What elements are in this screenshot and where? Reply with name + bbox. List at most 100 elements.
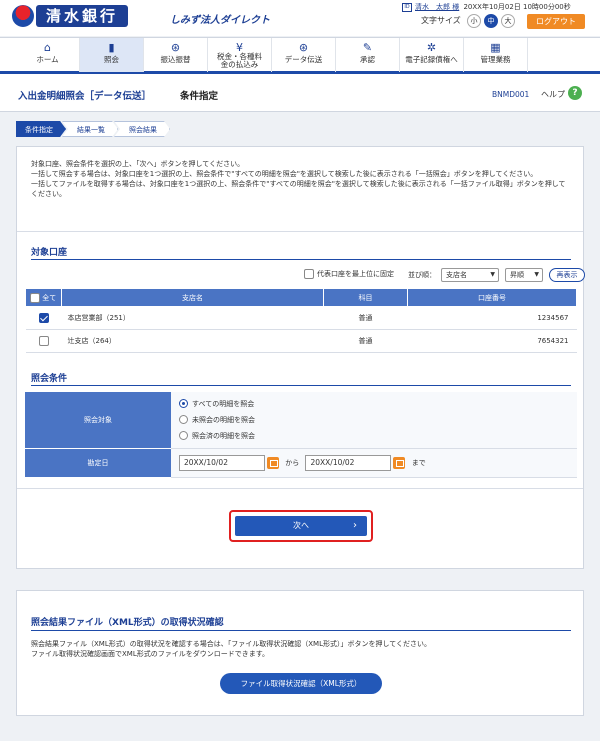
xml-description-line: ファイル取得状況確認画面でXML形式のファイルをダウンロードできます。: [31, 650, 270, 658]
radio-button[interactable]: [179, 415, 188, 425]
nav-item-data-transmission[interactable]: ⊛ データ伝送: [272, 38, 336, 72]
chevron-right-icon: ›: [353, 520, 357, 531]
radio-button[interactable]: [179, 399, 188, 409]
select-all-label: 全て: [42, 293, 57, 302]
calendar-icon[interactable]: [393, 456, 406, 469]
nav-item-approval[interactable]: ✎ 承認: [336, 38, 400, 72]
date-to-sep: まで: [411, 458, 426, 467]
nav-item-label: 振込振替: [160, 55, 191, 64]
rep-first-option[interactable]: 代表口座を最上位に固定: [304, 269, 394, 279]
account-number-cell: 1234567: [407, 306, 577, 330]
user-name[interactable]: 清水 太郎 様: [415, 3, 459, 11]
section-underline: [31, 630, 571, 631]
conditions-table: 照会対象 すべての明細を照会 未照会の明細を照会 照会済の明細を照会 勘定日 2…: [25, 392, 577, 478]
nav-item-admin[interactable]: ▦ 管理業務: [464, 38, 528, 72]
nav-item-electronic-claims[interactable]: ✲ 電子記録債権へ: [400, 38, 464, 72]
step-breadcrumb: 条件指定 結果一覧 照会結果: [16, 121, 166, 137]
next-button[interactable]: 次へ ›: [235, 516, 367, 536]
bank-service-name: しみず法人ダイレクト: [170, 15, 270, 26]
redisplay-button[interactable]: 再表示: [549, 268, 585, 282]
subject-cell: 普通: [323, 329, 408, 353]
rep-first-checkbox[interactable]: [304, 269, 314, 279]
subject-cell: 普通: [323, 306, 408, 330]
nav-item-tax-payment[interactable]: ¥ 税金・各種料金の払込み: [208, 38, 272, 72]
date-label: 勘定日: [25, 448, 171, 478]
nav-item-home[interactable]: ⌂ ホーム: [16, 38, 80, 72]
font-size-label: 文字サイズ: [421, 16, 461, 25]
table-row[interactable]: 辻支店（264） 普通 7654321: [25, 329, 577, 353]
divider: [17, 488, 583, 489]
user-info: ID 清水 太郎 様 20XX年10月02日 10時00分00秒: [402, 2, 571, 12]
radio-option-unread[interactable]: 未照会の明細を照会: [179, 412, 577, 428]
font-size-small-button[interactable]: 小: [467, 14, 481, 28]
row-checkbox[interactable]: [38, 336, 49, 346]
user-icon: ID: [402, 2, 412, 12]
subject-header: 科目: [323, 288, 408, 307]
document-icon: ▮: [108, 41, 115, 54]
intro-line: 一括して照会する場合は、対象口座を1つ選択の上、照会条件で"すべての明細を照会"…: [31, 170, 538, 178]
nav-item-label: 管理業務: [480, 55, 511, 64]
help-link[interactable]: ヘルプ: [541, 89, 565, 100]
conditions-section-title: 照会条件: [31, 374, 68, 384]
font-size-large-button[interactable]: 大: [501, 14, 515, 28]
target-row: 照会対象 すべての明細を照会 未照会の明細を照会 照会済の明細を照会: [25, 392, 577, 449]
table-row[interactable]: 本店営業部（251） 普通 1234567: [25, 306, 577, 330]
intro-line: 対象口座、照会条件を選択の上、「次へ」ボタンを押してください。: [31, 160, 245, 168]
approval-icon: ✎: [362, 41, 373, 54]
next-button-label: 次へ: [293, 521, 309, 530]
target-label: 照会対象: [25, 392, 171, 449]
xml-description: 照会結果ファイル（XML形式）の取得状況を確認する場合は、「ファイル取得状況確認…: [31, 639, 571, 659]
select-all-checkbox[interactable]: [30, 292, 40, 303]
direction-select[interactable]: 昇順 ▼: [505, 268, 543, 282]
nav-item-inquiry[interactable]: ▮ 照会: [80, 38, 144, 72]
row-select-cell[interactable]: [25, 329, 62, 353]
radio-option-all[interactable]: すべての明細を照会: [179, 396, 577, 412]
xml-description-line: 照会結果ファイル（XML形式）の取得状況を確認する場合は、「ファイル取得状況確認…: [31, 640, 432, 648]
section-underline: [31, 259, 571, 260]
nav-item-label: 電子記録債権へ: [405, 55, 458, 64]
step-inquiry-result: 照会結果: [114, 121, 170, 137]
radio-label: すべての明細を照会: [192, 399, 255, 408]
accounts-table: 全て 支店名 科目 口座番号 本店営業部（251） 普通 1234567 辻支店…: [25, 288, 577, 353]
link-icon: ✲: [426, 41, 437, 54]
xml-status-panel: 照会結果ファイル（XML形式）の取得状況確認 照会結果ファイル（XML形式）の取…: [16, 590, 584, 716]
account-number-cell: 7654321: [407, 329, 577, 353]
order-select[interactable]: 支店名 ▼: [441, 268, 499, 282]
nav-item-label: データ伝送: [284, 55, 323, 64]
admin-icon: ▦: [490, 41, 501, 54]
global-nav: ⌂ ホーム ▮ 照会 ⊛ 振込振替 ¥ 税金・各種料金の払込み ⊛ データ伝送 …: [0, 37, 600, 74]
radio-label: 照会済の明細を照会: [192, 431, 255, 440]
login-time: 20XX年10月02日 10時00分00秒: [463, 3, 571, 11]
select-all-header[interactable]: 全て: [25, 288, 62, 307]
nav-item-label: ホーム: [36, 55, 59, 64]
header: 清水銀行 しみず法人ダイレクト ID 清水 太郎 様 20XX年10月02日 10…: [0, 0, 600, 36]
radio-button[interactable]: [179, 431, 188, 441]
page-title: 入出金明細照会［データ伝送］: [18, 91, 152, 102]
logout-button[interactable]: ログアウト: [527, 14, 585, 29]
order-select-value: 支店名: [446, 271, 467, 279]
row-checkbox[interactable]: [38, 313, 49, 323]
calendar-icon[interactable]: [267, 456, 279, 469]
date-to-input[interactable]: 20XX/10/02: [305, 454, 392, 471]
account-number-header: 口座番号: [407, 288, 577, 307]
bank-logo-icon: [12, 5, 34, 27]
target-options: すべての明細を照会 未照会の明細を照会 照会済の明細を照会: [171, 392, 577, 449]
row-select-cell[interactable]: [25, 306, 62, 330]
font-size-medium-button[interactable]: 中: [484, 14, 498, 28]
help-icon[interactable]: ?: [568, 86, 582, 100]
order-label: 並び順：: [408, 271, 436, 279]
intro-text: 対象口座、照会条件を選択の上、「次へ」ボタンを押してください。 一括して照会する…: [31, 159, 571, 199]
branch-cell: 本店営業部（251）: [61, 306, 324, 330]
date-from-input[interactable]: 20XX/10/02: [179, 454, 265, 471]
radio-option-read[interactable]: 照会済の明細を照会: [179, 428, 577, 444]
nav-item-label: 承認: [360, 55, 375, 64]
data-transmission-icon: ⊛: [298, 41, 309, 54]
date-range: 20XX/10/02 から 20XX/10/02 まで: [171, 448, 577, 478]
radio-label: 未照会の明細を照会: [192, 415, 255, 424]
chevron-down-icon: ▼: [534, 271, 539, 278]
page-subtitle: 条件指定: [180, 91, 219, 102]
section-underline: [31, 385, 571, 386]
sort-bar: 代表口座を最上位に固定 並び順： 支店名 ▼ 昇順 ▼ 再表示: [31, 267, 585, 283]
nav-item-transfer[interactable]: ⊛ 振込振替: [144, 38, 208, 72]
xml-status-button[interactable]: ファイル取得状況確認（XML形式）: [220, 673, 382, 694]
